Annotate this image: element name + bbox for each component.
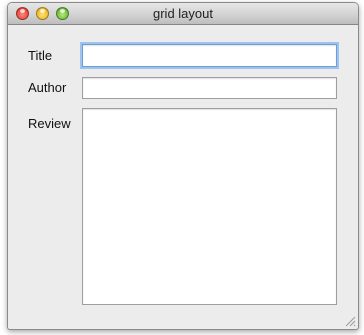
app-window: grid layout Title Author Review bbox=[7, 2, 359, 330]
author-label: Author bbox=[28, 80, 67, 95]
title-bar[interactable]: grid layout bbox=[8, 3, 358, 25]
author-input[interactable] bbox=[82, 77, 337, 99]
review-textarea[interactable] bbox=[82, 108, 337, 305]
resize-grip-icon[interactable] bbox=[344, 315, 356, 327]
title-input[interactable] bbox=[82, 44, 337, 67]
window-title: grid layout bbox=[153, 6, 213, 21]
title-label: Title bbox=[28, 48, 53, 63]
review-label: Review bbox=[28, 116, 71, 131]
